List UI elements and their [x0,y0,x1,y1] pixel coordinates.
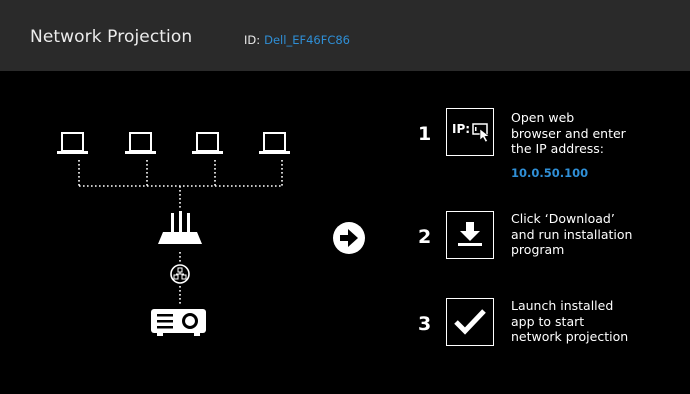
step-1-number: 1 [418,123,432,145]
step-1-line-2: browser and enter [511,125,626,141]
arrow-right-circle-icon [332,221,366,259]
step-2-line-2: and run installation [511,226,633,242]
network-diagram-graphic [57,132,290,336]
checkmark-icon [454,309,486,335]
ip-address-value: 10.0.50.100 [511,166,589,180]
step-2-text: Click ‘Download’ and run installation pr… [511,211,671,258]
step-1-line-1: Open web [511,110,575,125]
step-2-line-3: program [511,242,565,257]
step-2-icon-box [446,211,494,259]
download-icon [458,222,482,246]
step-3-line-1: Launch installed [511,298,614,313]
step-3-text: Launch installed app to start network pr… [511,298,671,345]
app-title: Network Projection [30,27,193,47]
step-2-line-1: Click ‘Download’ [511,211,615,226]
laptop-icon [259,132,290,154]
ip-cursor-icon [472,123,490,142]
device-id-label: ID: [244,33,261,47]
device-id: ID: Dell_EF46FC86 [244,33,350,47]
network-diagram [0,71,340,390]
laptop-icon [57,132,88,154]
step-1-text: Open web browser and enter the IP addres… [511,110,671,157]
router-icon [158,211,202,244]
network-connector-icon [170,264,190,284]
device-id-value: Dell_EF46FC86 [264,33,350,47]
step-3-line-2: app to start [511,313,585,329]
step-3-number: 3 [418,313,432,335]
laptop-icon [125,132,156,154]
header-bar: Network Projection ID: Dell_EF46FC86 [0,0,690,71]
step-1-line-3: the IP address: [511,141,605,156]
step-3-line-3: network projection [511,329,629,344]
laptop-icon [192,132,223,154]
ip-label: IP: [452,122,471,136]
step-2-number: 2 [418,226,432,248]
projector-icon [151,309,206,336]
step-1-icon-box: IP: [446,108,494,156]
step-3-icon-box [446,298,494,346]
